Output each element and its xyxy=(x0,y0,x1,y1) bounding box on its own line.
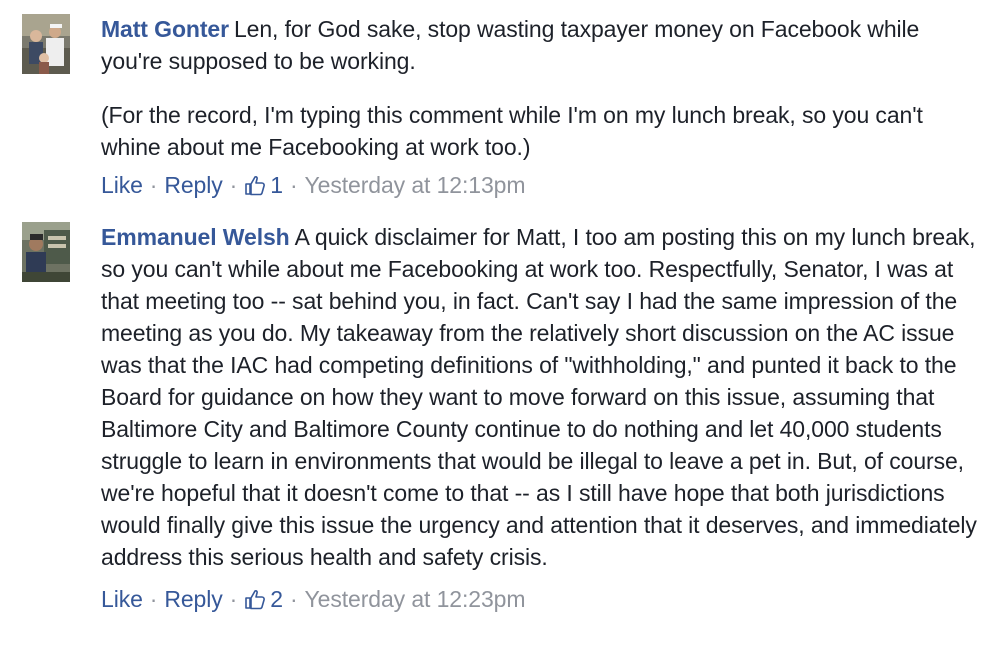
comment-paragraph: (For the record, I'm typing this comment… xyxy=(101,102,923,160)
comment-timestamp[interactable]: Yesterday at 12:23pm xyxy=(305,583,526,615)
comment-text: Matt Gonter Len, for God sake, stop wasti… xyxy=(101,13,980,77)
avatar[interactable] xyxy=(22,222,70,282)
like-count-button[interactable]: 1 xyxy=(244,169,283,201)
thumbs-up-icon xyxy=(245,176,266,196)
separator: · xyxy=(149,172,158,198)
separator: · xyxy=(229,586,238,612)
separator: · xyxy=(289,172,298,198)
like-count-button[interactable]: 2 xyxy=(244,583,283,615)
reply-button[interactable]: Reply xyxy=(164,169,222,201)
comment-timestamp[interactable]: Yesterday at 12:13pm xyxy=(305,169,526,201)
separator: · xyxy=(289,586,298,612)
like-button[interactable]: Like xyxy=(101,169,143,201)
thumbs-up-icon xyxy=(245,590,266,610)
comment-actions: Like · Reply · 1 · Yesterday at 12:13pm xyxy=(101,169,980,201)
separator: · xyxy=(229,172,238,198)
like-button[interactable]: Like xyxy=(101,583,143,615)
separator: · xyxy=(149,586,158,612)
reply-button[interactable]: Reply xyxy=(164,583,222,615)
comment-text: Emmanuel Welsh A quick disclaimer for Mat… xyxy=(101,221,980,573)
comment-author-link[interactable]: Matt Gonter xyxy=(101,16,229,42)
comment-actions: Like · Reply · 2 · Yesterday at 12:23pm xyxy=(101,583,980,615)
comment-author-link[interactable]: Emmanuel Welsh xyxy=(101,224,290,250)
avatar[interactable] xyxy=(22,14,70,74)
comment-paragraph: A quick disclaimer for Matt, I too am po… xyxy=(101,224,977,570)
like-count: 2 xyxy=(270,586,283,612)
like-count: 1 xyxy=(270,172,283,198)
